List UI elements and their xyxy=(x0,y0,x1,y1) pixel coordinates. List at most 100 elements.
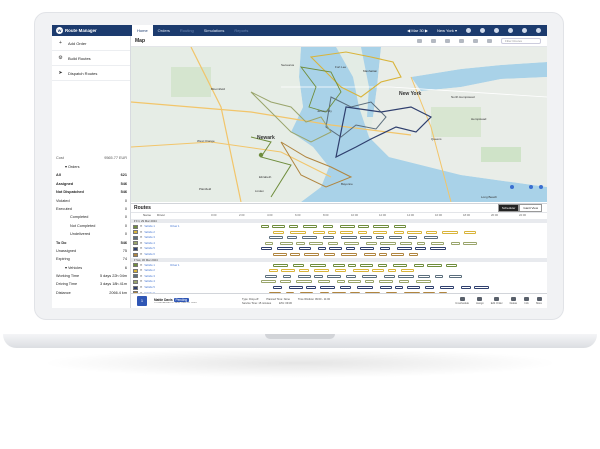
route-name[interactable]: Vehicle 4 xyxy=(144,280,168,283)
stop-block[interactable] xyxy=(303,225,317,228)
stop-block[interactable] xyxy=(366,241,377,245)
stop-block[interactable] xyxy=(344,241,359,245)
date-group-row[interactable]: ▾ Fri, 29 Mar 2024 xyxy=(131,219,547,223)
stop-block[interactable] xyxy=(261,225,269,228)
stop-block[interactable] xyxy=(323,225,333,228)
stop-block[interactable] xyxy=(314,274,323,278)
layers-icon[interactable] xyxy=(417,39,422,43)
tab-reports[interactable]: Reports xyxy=(229,25,253,36)
stop-block[interactable] xyxy=(273,263,288,267)
tab-home[interactable]: Home xyxy=(132,25,153,36)
stop-block[interactable] xyxy=(384,274,395,278)
stop-block[interactable] xyxy=(299,247,311,251)
stop-block[interactable] xyxy=(418,274,430,278)
route-name[interactable]: Vehicle 3 xyxy=(144,275,168,278)
stop-block[interactable] xyxy=(409,253,418,256)
stop-block[interactable] xyxy=(424,236,438,240)
stop-block[interactable] xyxy=(328,230,336,234)
stop-block[interactable] xyxy=(360,236,372,240)
stop-block[interactable] xyxy=(461,286,471,289)
route-row[interactable]: ☐ Vehicle 3 xyxy=(131,274,209,279)
user-icon[interactable] xyxy=(466,28,471,33)
stop-block[interactable] xyxy=(277,247,293,251)
stop-block[interactable] xyxy=(280,241,293,245)
stop-block[interactable] xyxy=(353,269,369,273)
stop-block[interactable] xyxy=(393,263,407,267)
stop-block[interactable] xyxy=(449,274,462,278)
stop-block[interactable] xyxy=(417,241,425,245)
stop-block[interactable] xyxy=(290,253,300,256)
route-checkbox[interactable]: ☐ xyxy=(140,275,142,278)
route-row[interactable]: ☐ Vehicle 3 xyxy=(131,235,209,240)
route-checkbox[interactable]: ☐ xyxy=(140,269,142,272)
notification-icon[interactable] xyxy=(494,28,499,33)
tab-routing[interactable]: Routing xyxy=(175,25,199,36)
stop-block[interactable] xyxy=(272,225,285,228)
route-row[interactable]: ☐ Vehicle 2 xyxy=(131,268,209,273)
route-row[interactable]: ☐ Vehicle 2 xyxy=(131,230,209,235)
action-assign-button[interactable]: Assign xyxy=(476,297,484,305)
stop-block[interactable] xyxy=(398,274,414,278)
region-select[interactable]: New York ▾ xyxy=(437,28,457,33)
stop-block[interactable] xyxy=(340,225,355,228)
stop-block[interactable] xyxy=(313,230,325,234)
stop-block[interactable] xyxy=(360,263,373,267)
theme-icon[interactable] xyxy=(480,28,485,33)
add-order-button[interactable]: + Add Order xyxy=(52,36,130,51)
grid-icon[interactable] xyxy=(431,39,436,43)
stop-block[interactable] xyxy=(394,230,404,234)
stop-block[interactable] xyxy=(464,230,476,234)
stop-block[interactable] xyxy=(337,280,345,284)
action-info-button[interactable]: Info xyxy=(524,297,530,305)
stop-block[interactable] xyxy=(340,286,351,289)
date-group-row[interactable]: ▾ Sat, 30 Mar 2024 xyxy=(131,257,547,262)
stop-block[interactable] xyxy=(474,286,489,289)
route-name[interactable]: Vehicle 6 xyxy=(144,253,168,256)
fullscreen-icon[interactable] xyxy=(473,39,478,43)
stop-block[interactable] xyxy=(358,230,367,234)
stop-block[interactable] xyxy=(435,274,443,278)
stop-block[interactable] xyxy=(289,286,303,289)
stop-block[interactable] xyxy=(324,253,335,256)
stop-block[interactable] xyxy=(391,253,404,256)
stop-block[interactable] xyxy=(346,274,356,278)
stop-block[interactable] xyxy=(364,253,376,256)
stop-block[interactable] xyxy=(463,241,477,245)
stop-block[interactable] xyxy=(273,230,284,234)
stop-block[interactable] xyxy=(425,286,434,289)
stop-block[interactable] xyxy=(380,286,392,289)
route-checkbox[interactable]: ☐ xyxy=(140,286,142,289)
stop-block[interactable] xyxy=(401,269,414,273)
stop-block[interactable] xyxy=(365,280,374,284)
stop-block[interactable] xyxy=(289,225,298,228)
route-driver[interactable]: Driver 1 xyxy=(170,264,190,267)
stop-block[interactable] xyxy=(431,241,444,245)
stop-block[interactable] xyxy=(327,274,341,278)
stop-block[interactable] xyxy=(269,236,283,240)
route-checkbox[interactable]: ☐ xyxy=(140,253,142,256)
stop-block[interactable] xyxy=(298,274,311,278)
stop-block[interactable] xyxy=(407,230,422,234)
stop-block[interactable] xyxy=(314,269,329,273)
traffic-icon[interactable] xyxy=(445,39,450,43)
route-driver[interactable]: Driver 1 xyxy=(170,225,190,228)
date-picker[interactable]: ◀ Mar 30 ▶ xyxy=(407,28,428,33)
stop-block[interactable] xyxy=(357,286,373,289)
stop-block[interactable] xyxy=(318,280,330,284)
stop-block[interactable] xyxy=(333,263,345,267)
dispatch-routes-button[interactable]: ➤ Dispatch Routes xyxy=(52,66,130,81)
stop-block[interactable] xyxy=(427,263,442,267)
route-checkbox[interactable]: ☐ xyxy=(140,242,142,245)
stop-block[interactable] xyxy=(261,280,276,284)
stop-block[interactable] xyxy=(408,236,417,240)
stop-block[interactable] xyxy=(380,247,390,251)
app-logo[interactable]: W Route Manager xyxy=(52,27,132,34)
route-name[interactable]: Vehicle 1 xyxy=(144,264,168,267)
help-icon[interactable] xyxy=(536,28,541,33)
stop-block[interactable] xyxy=(416,280,431,284)
route-name[interactable]: Vehicle 5 xyxy=(144,247,168,250)
route-name[interactable]: Vehicle 4 xyxy=(144,242,168,245)
stop-block[interactable] xyxy=(304,253,319,256)
settings-icon[interactable] xyxy=(522,28,527,33)
stop-block[interactable] xyxy=(426,230,437,234)
